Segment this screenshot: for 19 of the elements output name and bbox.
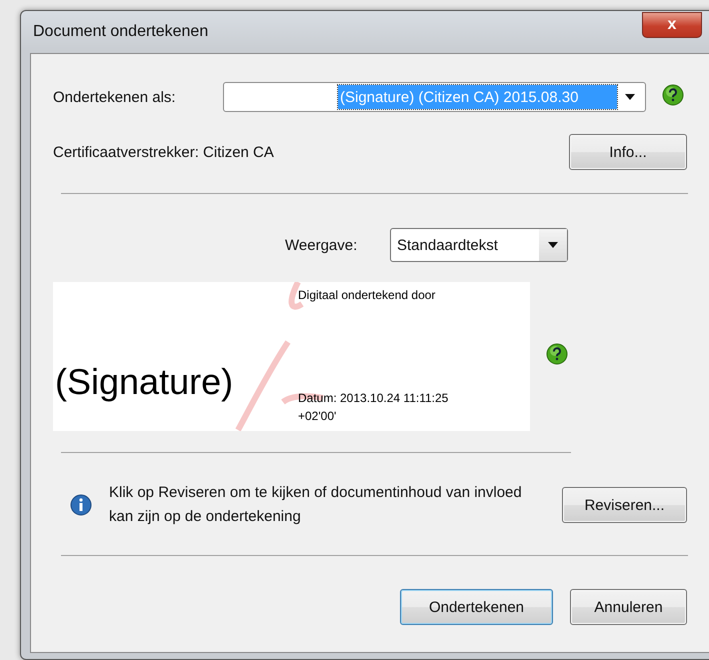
close-button[interactable]: x: [642, 12, 702, 38]
info-icon: [69, 493, 93, 517]
caret-icon: [547, 241, 559, 249]
appearance-dropdown[interactable]: Standaardtekst: [390, 228, 568, 262]
issuer-text: Certificaatverstrekker: Citizen CA: [53, 144, 274, 160]
field-label: Weergave:: [285, 236, 358, 254]
dialog-button[interactable]: Ondertekenen: [400, 589, 553, 625]
review-button[interactable]: Reviseren...: [562, 487, 687, 523]
preview-text: Digitaal ondertekend door: [298, 287, 436, 304]
help-icon[interactable]: [546, 343, 568, 365]
window-title: Document ondertekenen: [33, 23, 208, 41]
signature-name: (Signature): [55, 361, 234, 403]
preview-date: Datum: 2013.10.24 11:11:25: [298, 390, 450, 407]
help-icon[interactable]: [662, 84, 684, 106]
field-label: Ondertekenen als:: [53, 88, 177, 106]
info-button[interactable]: Info...: [569, 134, 687, 170]
review-notice: Klik op Reviseren om te kijken of documentinhoud van invloed kan zijn op de ondertekening: [109, 483, 523, 527]
dialog-button[interactable]: Annuleren: [570, 589, 687, 625]
preview-timezone: +02'00': [298, 408, 338, 425]
